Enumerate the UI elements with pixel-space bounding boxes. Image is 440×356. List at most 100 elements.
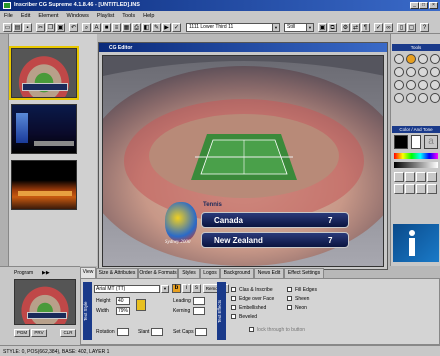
tab-order-formats[interactable]: Order & Formats bbox=[138, 268, 178, 278]
score-graphic[interactable]: Sydney 2000 Tennis Canada 7 New Zealand … bbox=[165, 202, 349, 256]
effect-checkbox[interactable] bbox=[287, 296, 292, 301]
tab-news-edit[interactable]: News Edit bbox=[254, 268, 284, 278]
rotation-input[interactable] bbox=[117, 328, 129, 336]
line-tool-icon[interactable] bbox=[430, 54, 440, 64]
eyedropper-tool-icon[interactable] bbox=[430, 93, 440, 103]
rectangle-tool-icon[interactable]: ■ bbox=[102, 23, 111, 32]
settings-icon[interactable]: ⚙ bbox=[341, 23, 350, 32]
width-input[interactable]: 79% bbox=[116, 307, 130, 315]
check-icon[interactable]: ✓ bbox=[374, 23, 383, 32]
monitor-icon[interactable]: ▣ bbox=[318, 23, 327, 32]
layer-select[interactable]: 1111 Lower Third 11 ▼ bbox=[186, 23, 280, 32]
layers-icon[interactable]: ⧉ bbox=[328, 23, 337, 32]
save-icon[interactable]: ▪ bbox=[23, 23, 32, 32]
template-thumbnail[interactable] bbox=[11, 104, 77, 154]
cut-icon[interactable]: ✂ bbox=[36, 23, 45, 32]
bookmark-icon[interactable]: ▯ bbox=[397, 23, 406, 32]
shape-tool-icon[interactable] bbox=[418, 54, 428, 64]
group-tool-icon[interactable] bbox=[430, 80, 440, 90]
marker-icon[interactable]: ✓ bbox=[172, 23, 181, 32]
preview-icon[interactable]: ◧ bbox=[142, 23, 151, 32]
rotate-tool-icon[interactable] bbox=[394, 67, 404, 77]
pgm-button[interactable]: PGM bbox=[14, 329, 30, 337]
set-caps-input[interactable] bbox=[195, 328, 207, 336]
style-swatch[interactable] bbox=[416, 184, 426, 194]
align-tool-icon[interactable] bbox=[418, 80, 428, 90]
color-spectrum[interactable] bbox=[394, 153, 438, 159]
menu-file[interactable]: File bbox=[0, 11, 17, 19]
zoom-select[interactable]: Still ▼ bbox=[284, 23, 314, 32]
clr-button[interactable]: CLR bbox=[60, 329, 76, 337]
grayscale-strip[interactable] bbox=[394, 162, 438, 168]
font-select[interactable]: Arial MT (TT) bbox=[94, 285, 160, 293]
menu-tools[interactable]: Tools bbox=[118, 11, 139, 19]
menu-windows[interactable]: Windows bbox=[63, 11, 93, 19]
effect-checkbox[interactable] bbox=[287, 287, 292, 292]
style-swatch[interactable] bbox=[416, 172, 426, 182]
style-swatch[interactable] bbox=[405, 172, 415, 182]
slant-input[interactable] bbox=[151, 328, 163, 336]
template-thumbnail[interactable] bbox=[9, 46, 79, 100]
effect-checkbox[interactable] bbox=[231, 314, 236, 319]
zoom-tool-icon[interactable] bbox=[394, 80, 404, 90]
play-icon[interactable]: ▶▶ bbox=[42, 270, 50, 276]
canvas[interactable]: Sydney 2000 Tennis Canada 7 New Zealand … bbox=[102, 55, 384, 267]
text-tool-icon[interactable] bbox=[406, 54, 416, 64]
fill-tool-icon[interactable] bbox=[430, 67, 440, 77]
italic-button[interactable]: i bbox=[182, 284, 191, 293]
prv-button[interactable]: PRV bbox=[31, 329, 47, 337]
pointer-tool-icon[interactable] bbox=[394, 54, 404, 64]
menu-help[interactable]: Help bbox=[139, 11, 158, 19]
text-tool-icon[interactable]: A bbox=[92, 23, 101, 32]
maximize-button[interactable]: □ bbox=[419, 2, 428, 9]
tab-styles[interactable]: Styles bbox=[178, 268, 200, 278]
brush-tool-icon[interactable] bbox=[418, 67, 428, 77]
minimize-button[interactable]: _ bbox=[410, 2, 419, 9]
strikethrough-button[interactable]: s bbox=[192, 284, 201, 293]
paste-icon[interactable]: ▣ bbox=[56, 23, 65, 32]
open-folder-icon[interactable]: ▤ bbox=[13, 23, 22, 32]
template-thumbnail[interactable] bbox=[11, 160, 77, 210]
lock-aspect-icon[interactable] bbox=[136, 299, 146, 311]
print-icon[interactable]: ⎙ bbox=[132, 23, 141, 32]
effect-checkbox[interactable] bbox=[231, 305, 236, 310]
tab-view[interactable]: View bbox=[80, 267, 96, 278]
format-icon[interactable]: ¶ bbox=[361, 23, 370, 32]
align-icon[interactable]: ≡ bbox=[112, 23, 121, 32]
link-icon[interactable]: ∞ bbox=[384, 23, 393, 32]
menu-element[interactable]: Element bbox=[34, 11, 62, 19]
style-swatch[interactable] bbox=[394, 184, 404, 194]
hand-tool-icon[interactable] bbox=[406, 80, 416, 90]
tab-background[interactable]: Background bbox=[220, 268, 254, 278]
menu-playlist[interactable]: Playlist bbox=[93, 11, 118, 19]
chevron-down-icon[interactable]: ▼ bbox=[161, 285, 169, 293]
close-button[interactable]: × bbox=[429, 2, 438, 9]
layer-tool-icon[interactable] bbox=[394, 93, 404, 103]
play-icon[interactable]: ▶ bbox=[162, 23, 171, 32]
text-color-icon[interactable]: a bbox=[424, 135, 438, 149]
style-swatch[interactable] bbox=[427, 172, 437, 182]
tab-logos[interactable]: Logos bbox=[200, 268, 220, 278]
kerning-input[interactable] bbox=[193, 307, 205, 315]
background-swatch[interactable] bbox=[411, 135, 421, 149]
crop-tool-icon[interactable] bbox=[406, 67, 416, 77]
copy-icon[interactable]: ❐ bbox=[46, 23, 55, 32]
style-swatch[interactable] bbox=[405, 184, 415, 194]
undo-icon[interactable]: ↶ bbox=[69, 23, 78, 32]
lock-checkbox[interactable] bbox=[249, 327, 254, 332]
brush-icon[interactable]: ✎ bbox=[152, 23, 161, 32]
new-file-icon[interactable]: ▭ bbox=[3, 23, 12, 32]
window-icon[interactable]: ▢ bbox=[407, 23, 416, 32]
mask-tool-icon[interactable] bbox=[406, 93, 416, 103]
help-icon[interactable]: ? bbox=[420, 23, 429, 32]
style-swatch[interactable] bbox=[394, 172, 404, 182]
zoom-icon[interactable]: ⌕ bbox=[82, 23, 91, 32]
effect-checkbox[interactable] bbox=[231, 296, 236, 301]
gradient-tool-icon[interactable] bbox=[418, 93, 428, 103]
bold-button[interactable]: b bbox=[172, 284, 181, 293]
grid-icon[interactable]: ▦ bbox=[122, 23, 131, 32]
tab-size-attributes[interactable]: Size & Attributes bbox=[96, 268, 138, 278]
foreground-swatch[interactable] bbox=[394, 135, 408, 149]
height-input[interactable]: 40 bbox=[116, 297, 130, 305]
effect-checkbox[interactable] bbox=[231, 287, 236, 292]
